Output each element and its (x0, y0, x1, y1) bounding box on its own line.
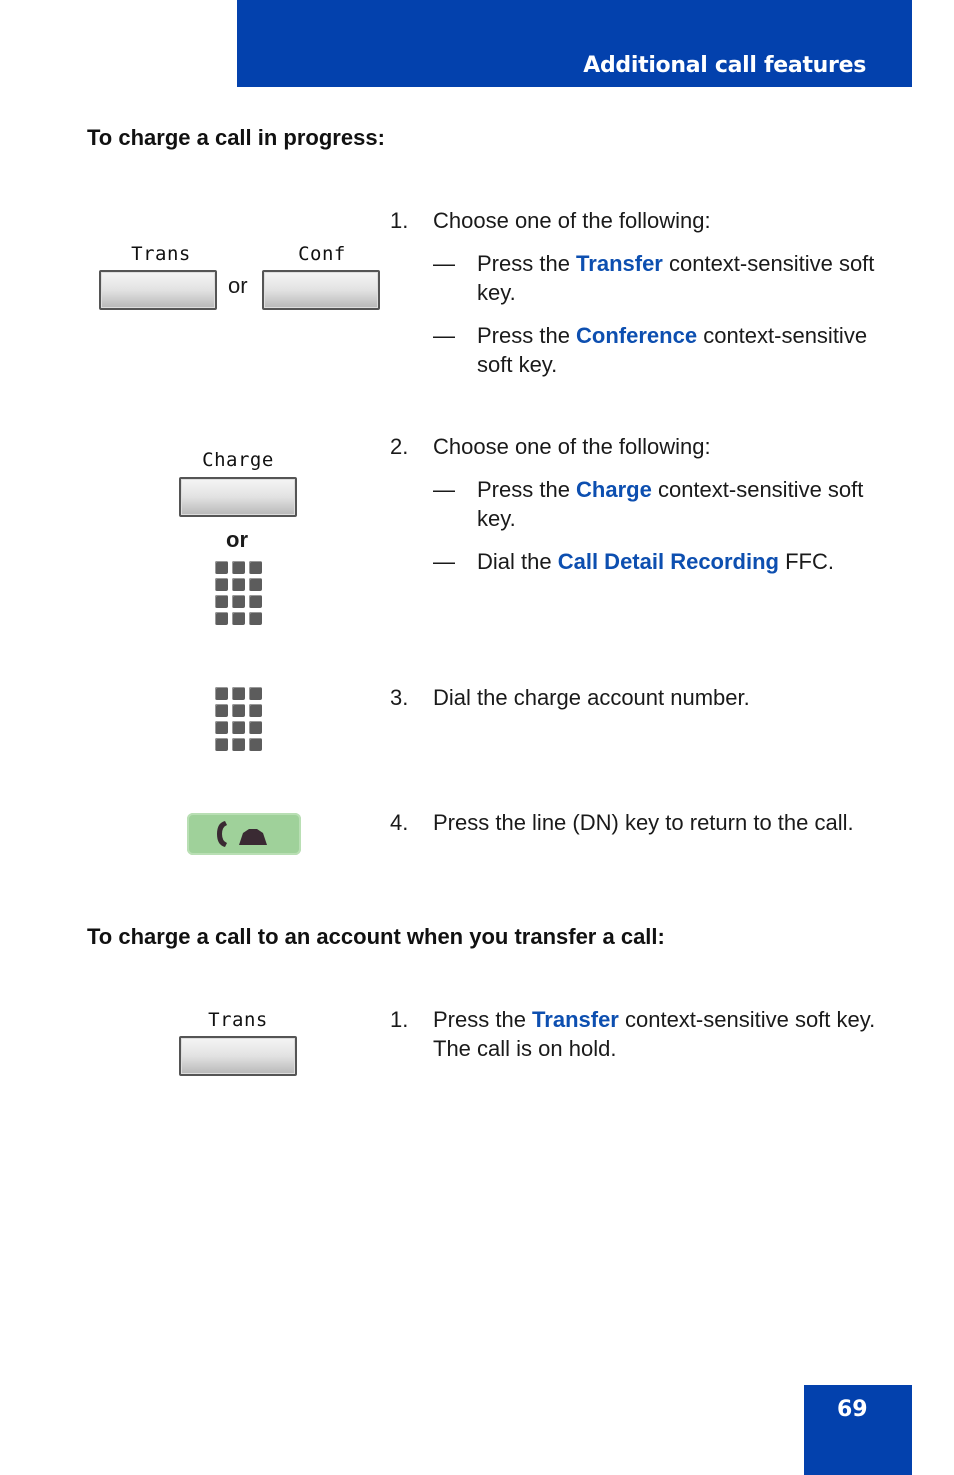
step-text: Choose one of the following: (433, 434, 711, 459)
keypad-icon (215, 687, 263, 751)
trans-softkey-icon (179, 1036, 297, 1076)
highlight-conference: Conference (576, 323, 698, 348)
or-text: or (228, 273, 248, 298)
dash: — (433, 477, 455, 502)
softkey-label-trans: Trans (208, 1009, 268, 1031)
step-number: 1. (390, 208, 409, 233)
line-key-icon (187, 813, 301, 855)
step-number: 4. (390, 810, 409, 835)
step-text: Dial the charge account number. (433, 685, 750, 710)
header-title: Additional call features (583, 53, 866, 78)
softkey-label-conf: Conf (298, 243, 346, 265)
conf-softkey-icon (262, 270, 380, 310)
softkey-label-trans: Trans (131, 243, 191, 265)
step-3: 3. Dial the charge account number. (390, 683, 880, 712)
step-number: 2. (390, 434, 409, 459)
option-transfer: — Press the Transfer context-sensitive s… (433, 249, 880, 307)
option-text: Press the (477, 477, 577, 502)
highlight-transfer: Transfer (532, 1007, 619, 1032)
keypad-icon (215, 561, 263, 625)
step-number: 1. (390, 1007, 409, 1032)
page-number: 69 (837, 1397, 868, 1422)
section-heading-charge-on-transfer: To charge a call to an account when you … (87, 924, 665, 949)
trans-softkey-icon (99, 270, 217, 310)
handset-icon (217, 821, 267, 847)
charge-softkey-icon (179, 477, 297, 517)
step-2: 2. Choose one of the following: — Press … (390, 432, 880, 576)
step-4: 4. Press the line (DN) key to return to … (390, 808, 880, 837)
header-band: Additional call features (237, 0, 912, 87)
option-charge: — Press the Charge context-sensitive sof… (433, 475, 880, 533)
step-text: Press the line (DN) key to return to the… (433, 810, 854, 835)
dash: — (433, 323, 455, 348)
option-text: Press the (477, 323, 577, 348)
section-heading-charge-in-progress: To charge a call in progress: (87, 125, 385, 150)
highlight-charge: Charge (576, 477, 652, 502)
step-text-pre: Press the (433, 1007, 533, 1032)
step-text: Choose one of the following: (433, 208, 711, 233)
option-text: Press the (477, 251, 577, 276)
step-text: Press the Transfer context-sensitive sof… (433, 1005, 880, 1063)
dash: — (433, 251, 455, 276)
or-text: or (226, 527, 248, 552)
step-number: 3. (390, 685, 409, 710)
dash: — (433, 549, 455, 574)
option-conference: — Press the Conference context-sensitive… (433, 321, 880, 379)
highlight-transfer: Transfer (576, 251, 663, 276)
option-cdr: — Dial the Call Detail Recording FFC. (433, 547, 880, 576)
step-1-transfer: 1. Press the Transfer context-sensitive … (390, 1005, 880, 1063)
page-number-box: 69 (804, 1385, 912, 1475)
step-1: 1. Choose one of the following: — Press … (390, 206, 880, 379)
option-text: FFC. (779, 549, 834, 574)
softkey-label-charge: Charge (202, 449, 274, 471)
highlight-cdr: Call Detail Recording (557, 549, 779, 574)
option-text: Dial the (477, 549, 558, 574)
